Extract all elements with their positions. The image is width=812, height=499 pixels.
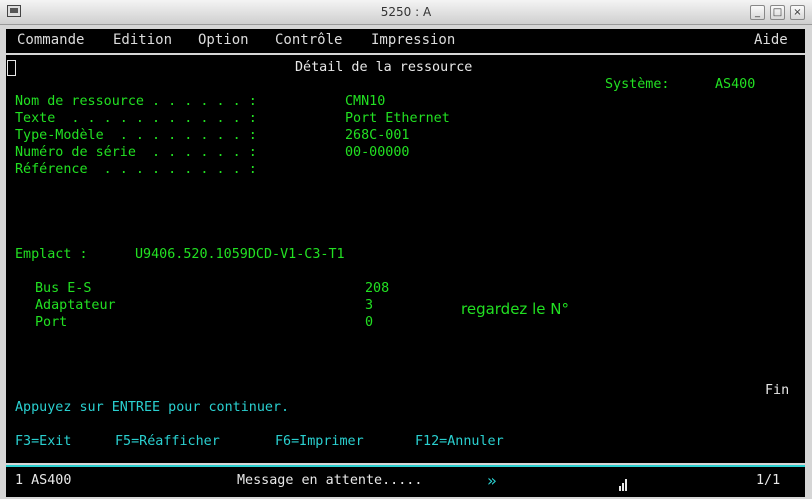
menu-option[interactable]: Option	[198, 32, 249, 48]
system-value: AS400	[715, 77, 756, 92]
detail-label-port: Port	[35, 315, 68, 330]
text-cursor	[7, 60, 16, 76]
prompt-text: Appuyez sur ENTREE pour continuer.	[15, 400, 290, 415]
arrow-indicator: »	[487, 471, 497, 490]
detail-value-port: 0	[365, 315, 374, 330]
message-waiting: Message en attente.....	[237, 473, 423, 488]
detail-label-bus: Bus E-S	[35, 281, 92, 296]
status-bar: 1 AS400 Message en attente..... » 1/1	[6, 465, 805, 497]
menu-impression[interactable]: Impression	[371, 32, 455, 48]
menu-bar: Commande Edition Option Contrôle Impress…	[6, 29, 805, 53]
fkey-cancel[interactable]: F12=Annuler	[415, 434, 504, 450]
field-label-reference: Référence . . . . . . . . . :	[15, 162, 257, 177]
field-value-text: Port Ethernet	[345, 111, 450, 126]
minimize-button[interactable]: _	[750, 5, 765, 20]
window-title: 5250 : A	[380, 5, 432, 19]
location-label: Emplact :	[15, 247, 88, 262]
field-label-type-model: Type-Modèle . . . . . . . . :	[15, 128, 257, 143]
page-counter: 1/1	[756, 473, 781, 488]
terminal-screen[interactable]: Détail de la ressource Système: AS400 No…	[6, 55, 805, 463]
fkey-refresh[interactable]: F5=Réafficher	[115, 434, 220, 450]
fkey-print[interactable]: F6=Imprimer	[275, 434, 364, 450]
session-indicator: 1 AS400	[15, 473, 72, 488]
detail-value-adapter: 3	[365, 298, 374, 313]
end-marker: Fin	[765, 383, 790, 398]
terminal-window: 5250 : A _ □ × Commande Edition Option C…	[0, 0, 812, 499]
detail-value-bus: 208	[365, 281, 390, 296]
menu-aide[interactable]: Aide	[754, 32, 788, 48]
field-value-type-model: 268C-001	[345, 128, 410, 143]
fkey-exit[interactable]: F3=Exit	[15, 434, 71, 450]
signal-icon	[619, 476, 629, 495]
title-bar: 5250 : A _ □ ×	[0, 0, 812, 25]
menu-commande[interactable]: Commande	[17, 32, 84, 48]
field-label-resource-name: Nom de ressource . . . . . . :	[15, 94, 257, 109]
field-value-serial-number: 00-00000	[345, 145, 410, 160]
system-label: Système:	[605, 77, 670, 92]
location-value: U9406.520.1059DCD-V1-C3-T1	[135, 247, 345, 262]
annotation-text: regardez le N°	[461, 300, 569, 318]
field-label-text: Texte . . . . . . . . . . . :	[15, 111, 257, 126]
screen-title: Détail de la ressource	[295, 60, 473, 75]
menu-controle[interactable]: Contrôle	[275, 32, 342, 48]
menu-edition[interactable]: Edition	[113, 32, 172, 48]
detail-label-adapter: Adaptateur	[35, 298, 116, 313]
field-value-resource-name: CMN10	[345, 94, 386, 109]
maximize-button[interactable]: □	[770, 5, 785, 20]
field-label-serial-number: Numéro de série . . . . . . :	[15, 145, 257, 160]
close-button[interactable]: ×	[790, 5, 805, 20]
